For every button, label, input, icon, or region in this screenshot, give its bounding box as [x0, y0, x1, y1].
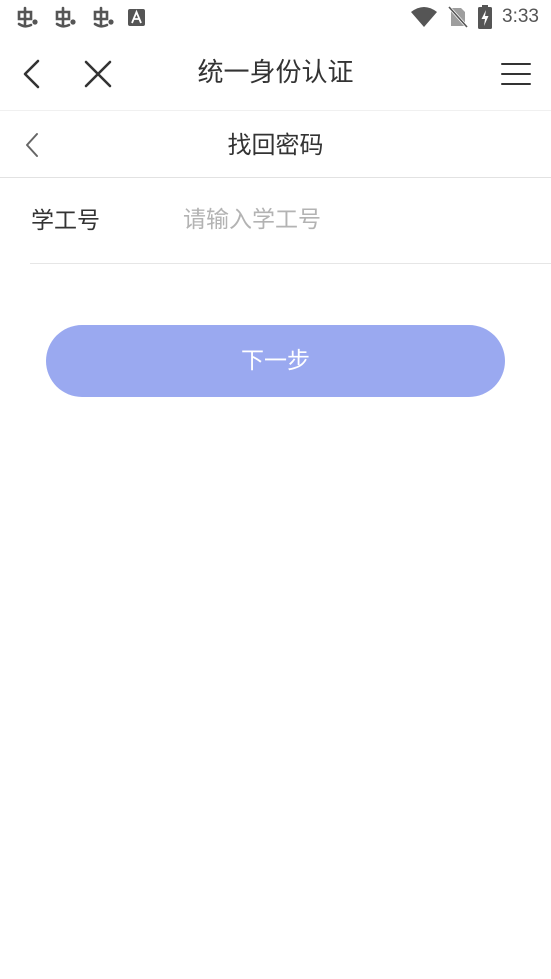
- no-sim-icon: [448, 5, 469, 29]
- close-icon: [84, 60, 112, 88]
- sub-header: 找回密码: [0, 111, 551, 178]
- back-icon: [26, 133, 38, 157]
- status-time: 3:33: [502, 6, 539, 27]
- status-system-icons: 3:33: [410, 5, 539, 29]
- battery-charging-icon: [478, 5, 493, 29]
- nav-close-button[interactable]: [82, 58, 114, 90]
- sub-back-button[interactable]: [20, 131, 46, 159]
- nav-back-button[interactable]: [16, 58, 48, 90]
- student-id-input[interactable]: [183, 200, 523, 240]
- app-notification-icon: [55, 6, 76, 28]
- nav-menu-button[interactable]: [500, 61, 532, 87]
- student-id-row: 学工号: [30, 178, 551, 264]
- menu-icon: [501, 63, 531, 85]
- status-bar: 3:33: [0, 0, 551, 36]
- section-title: 找回密码: [227, 131, 324, 159]
- student-id-label: 学工号: [31, 208, 100, 234]
- font-app-icon: [128, 9, 145, 26]
- next-step-button[interactable]: 下一步: [46, 325, 505, 397]
- app-notification-icon: [17, 6, 38, 28]
- back-icon: [23, 59, 40, 89]
- nav-bar: 统一身份认证: [0, 36, 551, 111]
- status-notifications: [14, 6, 146, 30]
- wifi-icon: [411, 7, 438, 27]
- app-notification-icon: [93, 6, 114, 28]
